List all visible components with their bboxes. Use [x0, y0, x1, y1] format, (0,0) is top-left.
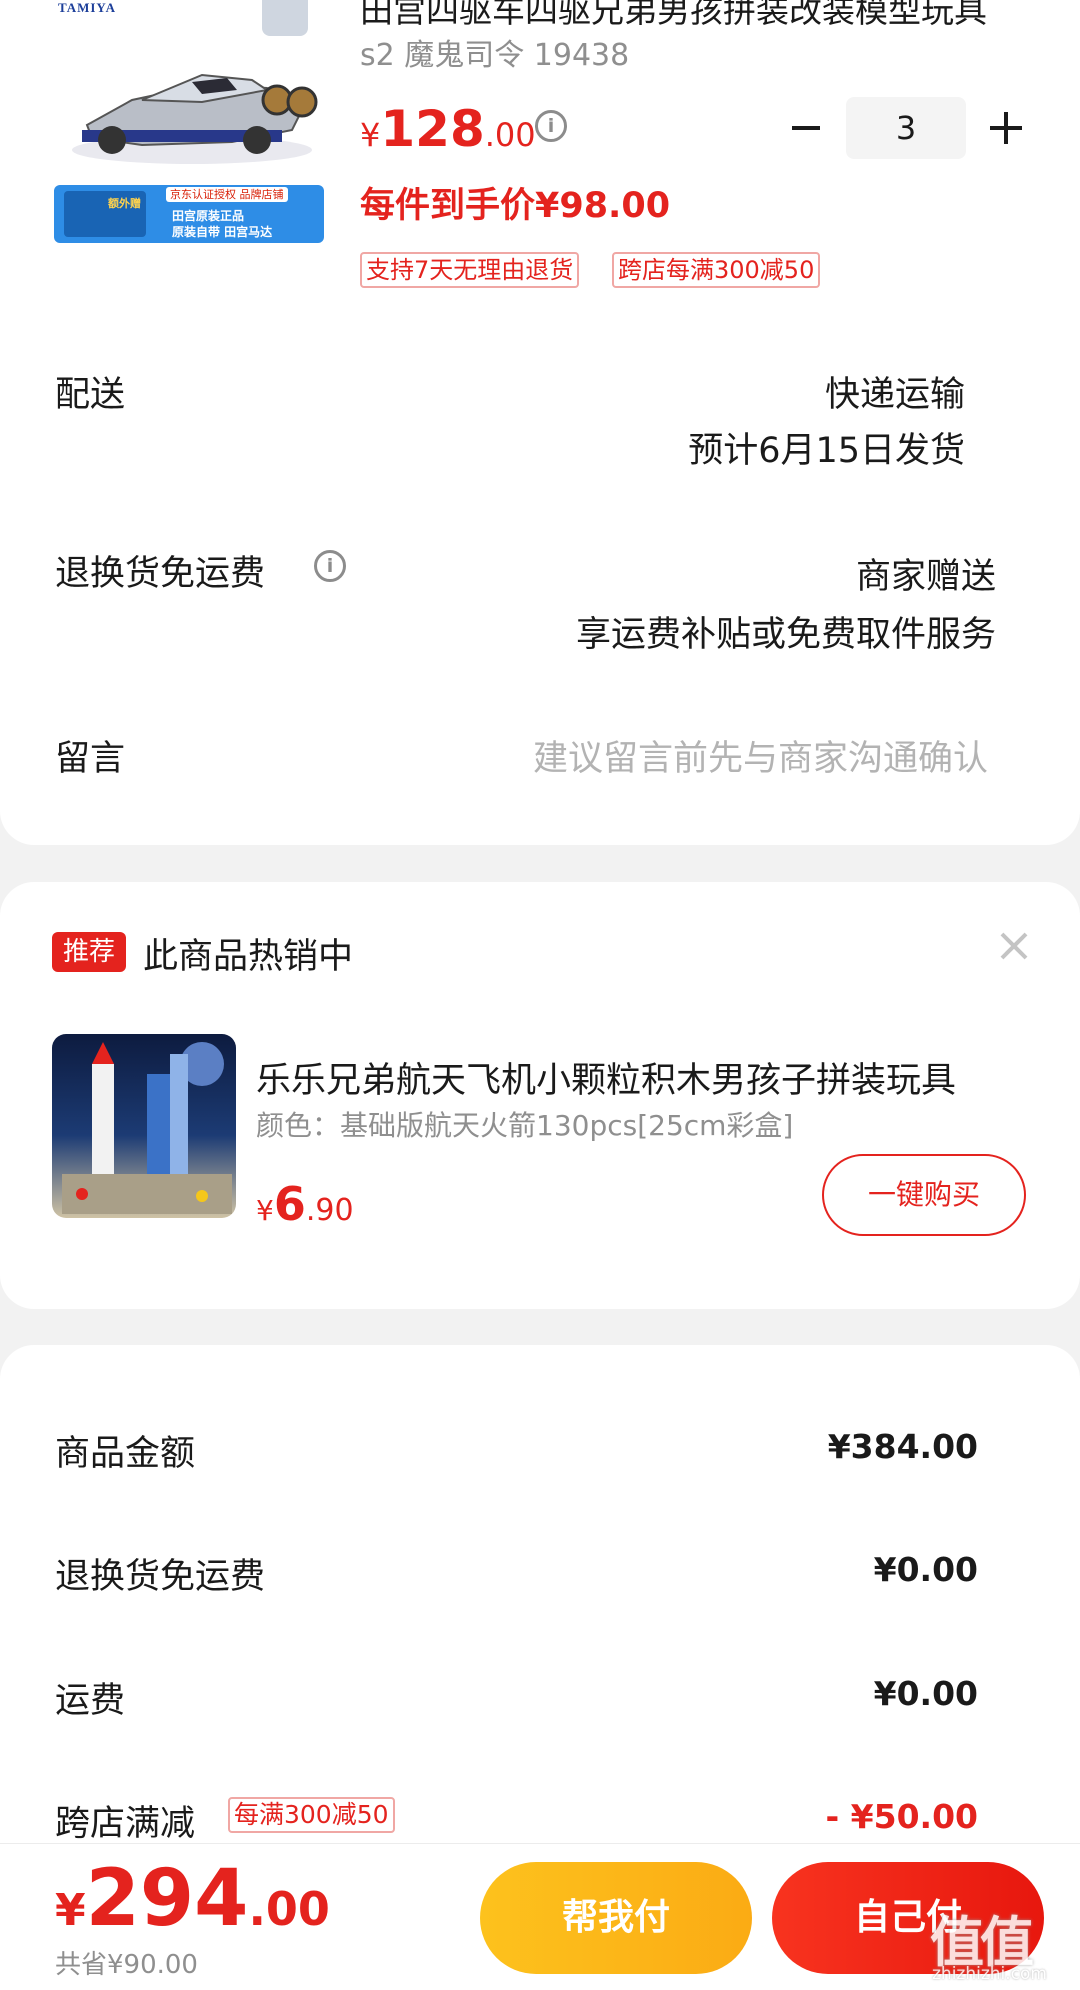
total-currency: ¥: [55, 1885, 86, 1936]
summary-label-cross-store: 跨店满减: [55, 1804, 196, 1844]
product-image[interactable]: TAMIYA 额外赠 京东认证授权 品牌店铺 田宫原装正品 原装自带 田宫马达: [52, 0, 324, 248]
banner-line2: 原装自带 田宫马达: [172, 225, 273, 239]
quantity-minus-button[interactable]: [790, 112, 822, 144]
gift-label: 额外赠: [108, 197, 141, 210]
price-info-icon[interactable]: i: [535, 110, 567, 142]
summary-value-cross-store: - ¥50.00: [825, 1797, 978, 1836]
banner-line1: 田宫原装正品: [172, 209, 245, 223]
banner-auth-label: 京东认证授权 品牌店铺: [166, 187, 288, 202]
order-item-card: TAMIYA 额外赠 京东认证授权 品牌店铺 田宫原装正品 原装自带 田宫马达 …: [0, 0, 1080, 845]
recommend-product-image[interactable]: [52, 1034, 236, 1218]
rocket-set-image: [62, 1042, 232, 1214]
total-saved: 共省¥90.00: [55, 1950, 198, 1980]
delivery-label: 配送: [55, 375, 126, 415]
final-unit-price: 每件到手价¥98.00: [360, 186, 671, 226]
recommend-badge: 推荐: [52, 932, 126, 972]
one-click-buy-button[interactable]: 一键购买: [822, 1154, 1026, 1236]
return-freight-value: 商家赠送: [855, 557, 996, 597]
delivery-method[interactable]: 快递运输: [825, 366, 965, 417]
summary-value-return-freight: ¥0.00: [873, 1550, 978, 1589]
recommend-product-name[interactable]: 乐乐兄弟航天飞机小颗粒积木男孩子拼装玩具: [256, 1052, 996, 1103]
delivery-eta[interactable]: 预计6月15日发货: [688, 422, 965, 473]
recommend-card: 推荐 此商品热销中 乐乐兄弟航天飞机小颗粒积木男孩子拼装玩具 颜色：基础版航天火…: [0, 882, 1080, 1309]
product-price: ¥128.00: [360, 100, 536, 158]
recommend-product-spec: 颜色：基础版航天火箭130pcs[25cm彩盒]: [256, 1109, 794, 1142]
return-freight-desc: 享运费补贴或免费取件服务: [575, 615, 996, 655]
race-car-image: [72, 73, 318, 164]
rec-price-currency: ¥: [256, 1194, 274, 1227]
product-sku[interactable]: s2 魔鬼司令 19438: [360, 30, 629, 74]
price-integer: 128: [380, 100, 485, 158]
product-title[interactable]: 田宫四驱车四驱兄弟男孩拼装改装模型玩具: [360, 0, 1025, 32]
rec-price-integer: 6: [273, 1177, 306, 1231]
site-watermark: 值值值 zhizhizhi.com: [930, 1898, 1075, 1986]
total-integer: 294: [85, 1854, 249, 1944]
price-currency: ¥: [360, 116, 381, 154]
total-decimal: .00: [248, 1882, 330, 1936]
summary-value-shipping: ¥0.00: [873, 1674, 978, 1713]
recommend-product-price: ¥6.90: [256, 1177, 354, 1231]
return-freight-label: 退换货免运费: [55, 554, 266, 594]
total-price: ¥294.00: [55, 1854, 330, 1944]
help-me-pay-button[interactable]: 帮我付: [480, 1862, 752, 1974]
message-label: 留言: [55, 739, 126, 779]
discount-tag: 跨店每满300减50: [612, 252, 821, 288]
close-icon[interactable]: [1000, 932, 1028, 960]
recommend-title: 此商品热销中: [143, 937, 354, 977]
promo-banner: 额外赠 京东认证授权 品牌店铺 田宫原装正品 原装自带 田宫马达: [54, 185, 324, 243]
summary-cross-store-tag: 每满300减50: [228, 1797, 395, 1833]
summary-label-goods: 商品金额: [55, 1434, 196, 1474]
quantity-plus-button[interactable]: [990, 112, 1022, 144]
watermark-url: zhizhizhi.com: [932, 1964, 1047, 1984]
summary-value-goods: ¥384.00: [827, 1427, 978, 1466]
return-policy-tag: 支持7天无理由退货: [360, 252, 580, 288]
brand-logo: TAMIYA: [58, 0, 117, 15]
price-decimal: .00: [484, 116, 536, 154]
message-input[interactable]: 建议留言前先与商家沟通确认: [533, 730, 988, 781]
rec-price-decimal: .90: [305, 1193, 354, 1228]
summary-label-return-freight: 退换货免运费: [55, 1557, 266, 1597]
summary-label-shipping: 运费: [55, 1681, 126, 1721]
return-freight-info-icon[interactable]: i: [314, 550, 346, 582]
gift-motor-image: 额外赠: [64, 191, 146, 237]
checkout-bar: ¥294.00 共省¥90.00 帮我付 自己付: [0, 1843, 1080, 1990]
quantity-input[interactable]: 3: [846, 97, 966, 159]
